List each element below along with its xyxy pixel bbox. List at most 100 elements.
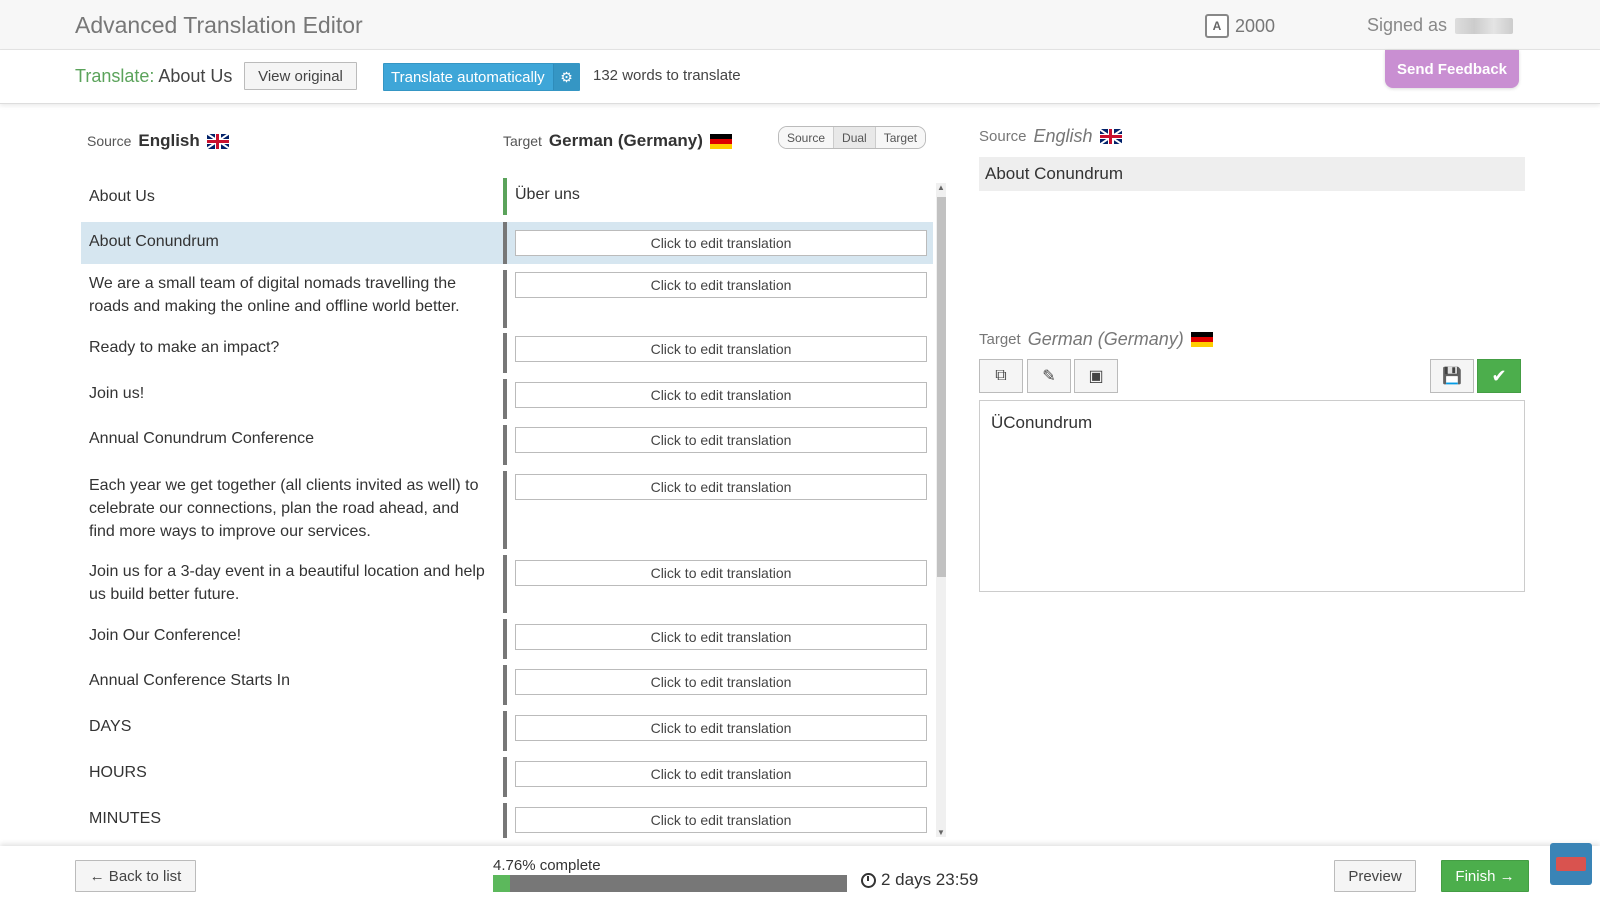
uk-flag-icon (206, 133, 229, 149)
detail-source-text: About Conundrum (979, 157, 1525, 191)
finish-button[interactable]: Finish → (1441, 860, 1529, 892)
scroll-down-icon[interactable]: ▼ (937, 828, 945, 837)
segment-row[interactable]: Join us for a 3-day event in a beautiful… (81, 555, 933, 613)
signed-as-label: Signed as (1367, 15, 1448, 35)
progress-label: 4.76% complete (493, 857, 601, 874)
source-label: Source (87, 133, 132, 149)
view-mode-dual[interactable]: Dual (834, 127, 876, 148)
edit-translation-field[interactable]: Click to edit translation (515, 669, 927, 695)
save-icon[interactable]: 💾 (1430, 359, 1474, 393)
top-header: Advanced Translation Editor A 2000 Signe… (0, 0, 1600, 50)
segment-status-bar (503, 711, 507, 751)
signed-as: Signed as (1367, 15, 1514, 36)
segment-source: We are a small team of digital nomads tr… (89, 275, 460, 315)
segment-row[interactable]: HOURS Click to edit translation (81, 757, 933, 797)
segment-row[interactable]: Each year we get together (all clients i… (81, 471, 933, 549)
clock-icon (861, 872, 876, 888)
detail-source-label: Source (979, 128, 1027, 145)
segment-status-bar (503, 619, 507, 659)
edit-translation-field[interactable]: Click to edit translation (515, 336, 927, 362)
germany-flag-icon (709, 133, 732, 149)
segment-list: About Us Über uns About Conundrum Click … (81, 178, 933, 838)
page-name: About Us (158, 66, 233, 86)
segment-status-bar (503, 757, 507, 797)
edit-translation-field[interactable]: Click to edit translation (515, 474, 927, 500)
translate-automatically-button[interactable]: Translate automatically ⚙ (383, 63, 580, 91)
preview-button[interactable]: Preview (1334, 860, 1416, 892)
gear-icon[interactable]: ⚙ (553, 64, 579, 90)
toolbar: Translate: About Us View original Transl… (0, 50, 1600, 104)
edit-translation-field[interactable]: Click to edit translation (515, 427, 927, 453)
source-language: English (138, 131, 200, 150)
detail-target-header: Target German (Germany) (979, 329, 1213, 350)
time-remaining: 2 days 23:59 (861, 870, 978, 890)
segment-source: Annual Conundrum Conference (89, 430, 315, 447)
view-mode-target[interactable]: Target (875, 127, 926, 148)
translate-title: Translate: About Us (75, 66, 232, 87)
segment-status-bar (503, 425, 507, 465)
detail-target-label: Target (979, 331, 1021, 348)
segment-row[interactable]: Ready to make an impact? Click to edit t… (81, 333, 933, 373)
edit-translation-field[interactable]: Click to edit translation (515, 382, 927, 408)
scrollbar-thumb[interactable] (937, 197, 946, 577)
detail-target-language: German (Germany) (1027, 329, 1184, 349)
segment-row[interactable]: We are a small team of digital nomads tr… (81, 270, 933, 328)
view-mode-source[interactable]: Source (779, 127, 835, 148)
edit-translation-field[interactable]: Click to edit translation (515, 715, 927, 741)
segment-status-bar (503, 222, 507, 264)
segment-row[interactable]: DAYS Click to edit translation (81, 711, 933, 751)
timer-value: 2 days 23:59 (881, 870, 979, 889)
segment-source: About Us (89, 188, 155, 205)
segment-row[interactable]: Join us! Click to edit translation (81, 379, 933, 419)
segment-source: Each year we get together (all clients i… (89, 477, 479, 540)
target-column-header: Target German (Germany) (503, 131, 732, 151)
segment-target[interactable]: Über uns (515, 186, 580, 204)
segment-status-bar (503, 178, 507, 215)
edit-translation-field[interactable]: Click to edit translation (515, 272, 927, 298)
germany-flag-icon (1190, 332, 1213, 347)
app-title: Advanced Translation Editor (75, 12, 363, 38)
target-label: Target (503, 133, 542, 149)
segment-source: DAYS (89, 718, 132, 735)
copy-source-icon[interactable]: ⧉ (979, 359, 1023, 393)
subscribe-badge-icon[interactable] (1550, 843, 1592, 885)
send-feedback-button[interactable]: Send Feedback (1385, 50, 1519, 88)
glossary-book-icon[interactable]: ▣ (1074, 359, 1118, 393)
segment-source: HOURS (89, 764, 147, 781)
translate-prefix: Translate: (75, 66, 155, 86)
segment-status-bar (503, 803, 507, 838)
footer-bar: ← Back to list 4.76% complete 2 days 23:… (0, 846, 1600, 906)
segment-source: About Conundrum (89, 233, 219, 250)
username-blurred (1455, 17, 1514, 34)
edit-translation-field[interactable]: Click to edit translation (515, 560, 927, 586)
scroll-up-icon[interactable]: ▲ (937, 183, 945, 192)
segment-row-selected[interactable]: About Conundrum Click to edit translatio… (81, 222, 933, 264)
translation-editor[interactable]: ÜConundrum (979, 400, 1525, 592)
segment-source: MINUTES (89, 810, 161, 827)
edit-translation-field[interactable]: Click to edit translation (515, 761, 927, 787)
segment-list-scrollbar[interactable]: ▲ ▼ (936, 183, 946, 837)
segment-source: Ready to make an impact? (89, 339, 280, 356)
edit-translation-field[interactable]: Click to edit translation (515, 624, 927, 650)
segment-source: Join us! (89, 385, 145, 402)
back-to-list-button[interactable]: ← Back to list (75, 860, 196, 892)
edit-translation-field[interactable]: Click to edit translation (515, 807, 927, 833)
segment-row[interactable]: MINUTES Click to edit translation (81, 803, 933, 838)
progress-fill (493, 875, 510, 892)
segment-source: Join us for a 3-day event in a beautiful… (89, 563, 485, 603)
credits-value: 2000 (1235, 15, 1276, 36)
segment-status-bar (503, 471, 507, 549)
segment-row[interactable]: About Us Über uns (81, 178, 933, 216)
progress-bar (493, 875, 847, 892)
segment-row[interactable]: Annual Conference Starts In Click to edi… (81, 665, 933, 705)
translate-credits-icon: A (1205, 14, 1229, 38)
machine-translate-icon[interactable]: ✎ (1027, 359, 1071, 393)
target-language: German (Germany) (548, 131, 703, 150)
view-original-button[interactable]: View original (244, 62, 357, 90)
segment-status-bar (503, 665, 507, 705)
confirm-check-icon[interactable]: ✔ (1477, 359, 1521, 393)
edit-translation-field[interactable]: Click to edit translation (515, 230, 927, 256)
source-column-header: Source English (87, 131, 229, 151)
segment-row[interactable]: Join Our Conference! Click to edit trans… (81, 619, 933, 659)
segment-row[interactable]: Annual Conundrum Conference Click to edi… (81, 425, 933, 465)
